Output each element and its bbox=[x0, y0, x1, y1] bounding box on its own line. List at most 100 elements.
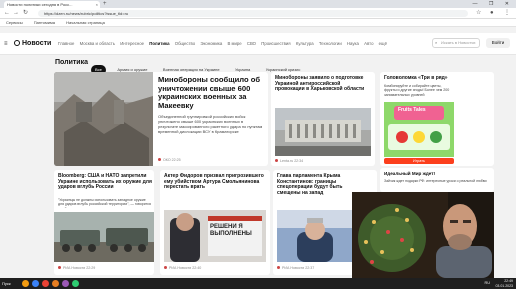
bookmark-services[interactable]: Сервисы bbox=[6, 20, 23, 25]
news-card-main[interactable]: Минобороны сообщило об уничтожении свыше… bbox=[54, 72, 268, 166]
card-headline: Минобороны сообщило об уничтожении свыше… bbox=[158, 75, 261, 110]
os-taskbar: Пуск RU 22:49 03.01.2023 bbox=[0, 278, 516, 289]
nav-item-auto[interactable]: Авто bbox=[364, 41, 373, 46]
ad-game-title: Fruits Tales bbox=[398, 107, 426, 113]
card-source: ОКО 22:25 bbox=[158, 158, 181, 162]
search-icon: ⌕ bbox=[435, 40, 438, 45]
source-logo-icon bbox=[277, 266, 280, 269]
source-time: 22:29 bbox=[86, 266, 96, 270]
window-controls[interactable]: — ❐ ✕ bbox=[473, 0, 514, 8]
nav-item-tech[interactable]: Технологии bbox=[319, 41, 342, 46]
webcam-video-overlay[interactable] bbox=[352, 192, 494, 278]
rubric-chips: Все Армия и оружие Военная операция на У… bbox=[91, 58, 307, 75]
source-name: РИА Новости bbox=[169, 266, 192, 270]
logo-mark-icon bbox=[14, 40, 20, 46]
ad-card-puzzle[interactable]: Головоломка «Три в ряд» Комбинируйте и с… bbox=[380, 72, 494, 166]
site-header: ≡ Новости Главное Москва и область Интер… bbox=[0, 33, 516, 55]
profile-icon[interactable]: ● bbox=[490, 9, 494, 18]
ad-headline: Головоломка «Три в ряд» bbox=[384, 75, 448, 81]
logo-text: Новости bbox=[22, 40, 52, 47]
new-tab-button[interactable]: + bbox=[103, 0, 107, 8]
card-source: РИА Новости 22:29 bbox=[58, 266, 95, 270]
card-source: Lenta.ru 22:34 bbox=[275, 159, 303, 163]
tab-title: Новости политики сегодня в Росс... bbox=[7, 2, 73, 7]
ad-play-button[interactable]: Играть bbox=[384, 158, 454, 164]
browser-tab-bar: Новости политики сегодня в Росс... × + —… bbox=[0, 0, 516, 8]
ad-snippet: Комбинируйте и собирайте цветы, фрукты и… bbox=[384, 84, 450, 97]
tab-close-icon[interactable]: × bbox=[96, 1, 98, 8]
firefox-icon[interactable] bbox=[52, 280, 59, 287]
card-snippet: "Украинцы не должны использовать западно… bbox=[58, 198, 151, 208]
star-icon[interactable]: ☆ bbox=[476, 9, 481, 18]
nav-item-politics[interactable]: Политика bbox=[149, 41, 169, 46]
bookmarks-bar: Сервисы Пантомима Начальная страница bbox=[0, 19, 516, 27]
card-source: РИА Новости 22:40 bbox=[164, 266, 201, 270]
news-card-provocation[interactable]: Минобороны заявило о подготовке Украиной… bbox=[271, 72, 375, 166]
card-headline: Актер Фидоров призвал пригрозившего ему … bbox=[164, 173, 264, 191]
more-menu-icon[interactable]: ⋮ bbox=[504, 9, 510, 18]
start-button[interactable]: Пуск bbox=[2, 279, 11, 288]
language-indicator[interactable]: RU bbox=[485, 281, 490, 285]
ad-headline: Идеальный Мир ждет! bbox=[384, 171, 436, 176]
source-logo-icon bbox=[164, 266, 167, 269]
browser-toolbar: ← → ↻ https://dzen.ru/news/rubric/politi… bbox=[0, 8, 516, 19]
reload-icon[interactable]: ↻ bbox=[23, 9, 28, 18]
chrome-icon[interactable] bbox=[42, 280, 49, 287]
card-headline: Глава парламента Крыма Константинов: гра… bbox=[277, 173, 343, 196]
logo[interactable]: Новости bbox=[14, 39, 51, 49]
card-image bbox=[277, 210, 353, 262]
source-time: 22:37 bbox=[305, 266, 315, 270]
nav-item-culture[interactable]: Культура bbox=[296, 41, 314, 46]
card-source: РИА Новости 22:37 bbox=[277, 266, 314, 270]
search-input[interactable]: ⌕ Искать в Новостях bbox=[432, 38, 480, 48]
news-card-fidorov[interactable]: Актер Фидоров призвал пригрозившего ему … bbox=[160, 170, 270, 275]
card-headline: Bloomberg: США и НАТО запретили Украине … bbox=[58, 173, 152, 191]
edge-icon[interactable] bbox=[32, 280, 39, 287]
nav-item-society[interactable]: Общество bbox=[175, 41, 195, 46]
bookmark-home[interactable]: Начальная страница bbox=[66, 20, 105, 25]
source-name: Lenta.ru bbox=[280, 159, 294, 163]
nav-item-incidents[interactable]: Происшествия bbox=[261, 41, 290, 46]
source-logo-icon bbox=[58, 266, 61, 269]
search-placeholder: Искать в Новостях bbox=[441, 40, 476, 45]
source-logo-icon bbox=[275, 159, 278, 162]
source-time: 22:25 bbox=[171, 158, 181, 162]
source-name: ОКО bbox=[163, 158, 171, 162]
nav-item-moscow[interactable]: Москва и область bbox=[80, 41, 115, 46]
url-text: https://dzen.ru/news/rubric/politics?iss… bbox=[44, 11, 129, 16]
nav-item-economy[interactable]: Экономика bbox=[200, 41, 222, 46]
ad-image: Fruits Tales bbox=[384, 102, 454, 157]
nav-item-more[interactable]: ещё bbox=[379, 41, 387, 46]
forward-arrow-icon[interactable]: → bbox=[13, 9, 19, 18]
back-arrow-icon[interactable]: ← bbox=[4, 9, 10, 18]
card-image-banner: РЕШЕНИ Я ВЫПОЛНЕНЫ bbox=[210, 224, 252, 237]
card-headline: Минобороны заявило о подготовке Украиной… bbox=[275, 75, 365, 93]
nav-item-world[interactable]: В мире bbox=[227, 41, 241, 46]
browser-tab[interactable]: Новости политики сегодня в Росс... × bbox=[4, 1, 100, 8]
nav-item-science[interactable]: Наука bbox=[347, 41, 359, 46]
bookmark-pantomima[interactable]: Пантомима bbox=[34, 20, 55, 25]
nav-item-main[interactable]: Главное bbox=[58, 41, 74, 46]
source-name: РИА Новости bbox=[282, 266, 305, 270]
page-title: Политика bbox=[55, 59, 89, 66]
card-image bbox=[54, 212, 154, 262]
hamburger-icon[interactable]: ≡ bbox=[4, 40, 8, 48]
system-clock[interactable]: 22:49 03.01.2023 bbox=[495, 279, 513, 288]
recorder-icon[interactable] bbox=[72, 280, 79, 287]
address-bar[interactable]: https://dzen.ru/news/rubric/politics?iss… bbox=[38, 10, 468, 17]
login-button[interactable]: Войти bbox=[486, 38, 510, 48]
card-image bbox=[54, 72, 153, 166]
source-logo-icon bbox=[158, 158, 161, 161]
ad-snippet: Зайчик ждет подарки РФ: интересные уроки… bbox=[384, 179, 487, 183]
nav-item-svo[interactable]: СВО bbox=[247, 41, 256, 46]
source-name: РИА Новости bbox=[63, 266, 86, 270]
source-time: 22:34 bbox=[294, 159, 304, 163]
source-time: 22:40 bbox=[192, 266, 202, 270]
folder-icon[interactable] bbox=[22, 280, 29, 287]
top-nav: Главное Москва и область Интересное Поли… bbox=[58, 41, 391, 47]
media-player-icon[interactable] bbox=[62, 280, 69, 287]
ad-card-wedding[interactable]: Идеальный Мир ждет! Зайчик ждет подарки … bbox=[380, 168, 494, 192]
nav-item-interesting[interactable]: Интересное bbox=[120, 41, 144, 46]
news-card-bloomberg[interactable]: Bloomberg: США и НАТО запретили Украине … bbox=[54, 170, 154, 275]
card-image: РЕШЕНИ Я ВЫПОЛНЕНЫ bbox=[164, 210, 266, 262]
